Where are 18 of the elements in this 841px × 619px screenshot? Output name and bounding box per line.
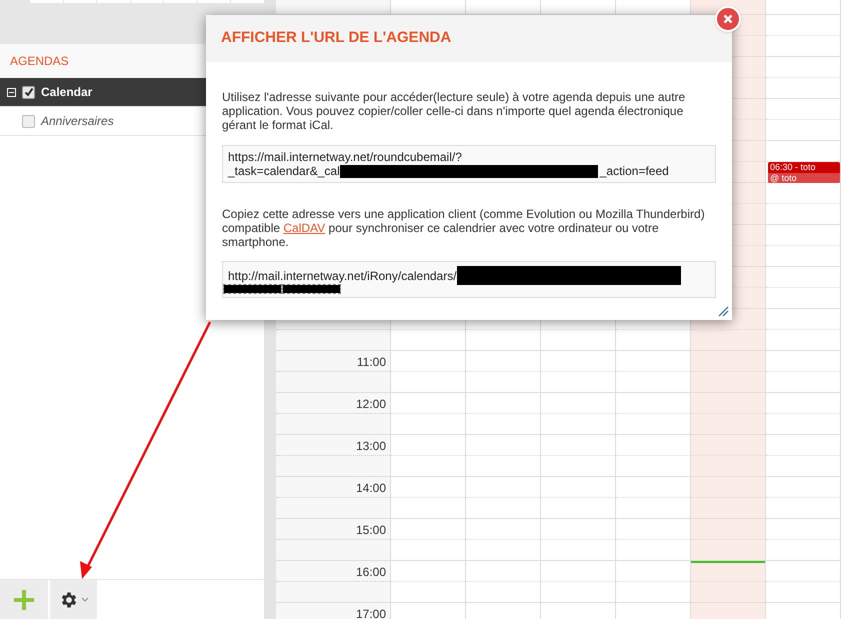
hour-label: 17:00 bbox=[356, 606, 386, 619]
hour-label: 14:00 bbox=[356, 480, 386, 497]
hour-label: 11:00 bbox=[356, 354, 386, 371]
calendar-name: Calendar bbox=[41, 84, 92, 101]
hour-label: 12:00 bbox=[356, 396, 386, 413]
hour-label: 15:00 bbox=[356, 522, 386, 539]
url-text: http://mail.internetway.net/iRony/calendars/ bbox=[228, 268, 457, 282]
hour-label: 13:00 bbox=[356, 438, 386, 455]
event-title: 06:30 - toto bbox=[769, 162, 817, 173]
url-text: _action=feed bbox=[600, 164, 669, 178]
url-text: _task=calendar&_cal bbox=[228, 164, 340, 178]
url-text: https://mail.internetway.net/roundcubemail/? bbox=[228, 150, 462, 164]
event-location: @ toto bbox=[768, 173, 840, 183]
calendar-name: Anniversaires bbox=[41, 113, 114, 130]
dialog-title: AFFICHER L'URL DE L'AGENDA bbox=[221, 28, 452, 48]
caldav-description: Copiez cette adresse vers une application client (comme Evolution ou Mozilla Thunderbird) compatible CalDAV pour synchroniser ce calendrier avec votre ordinateur ou votre smartphone. bbox=[222, 207, 706, 249]
section-title: AGENDAS bbox=[10, 53, 69, 70]
hour-label: 16:00 bbox=[356, 564, 386, 581]
